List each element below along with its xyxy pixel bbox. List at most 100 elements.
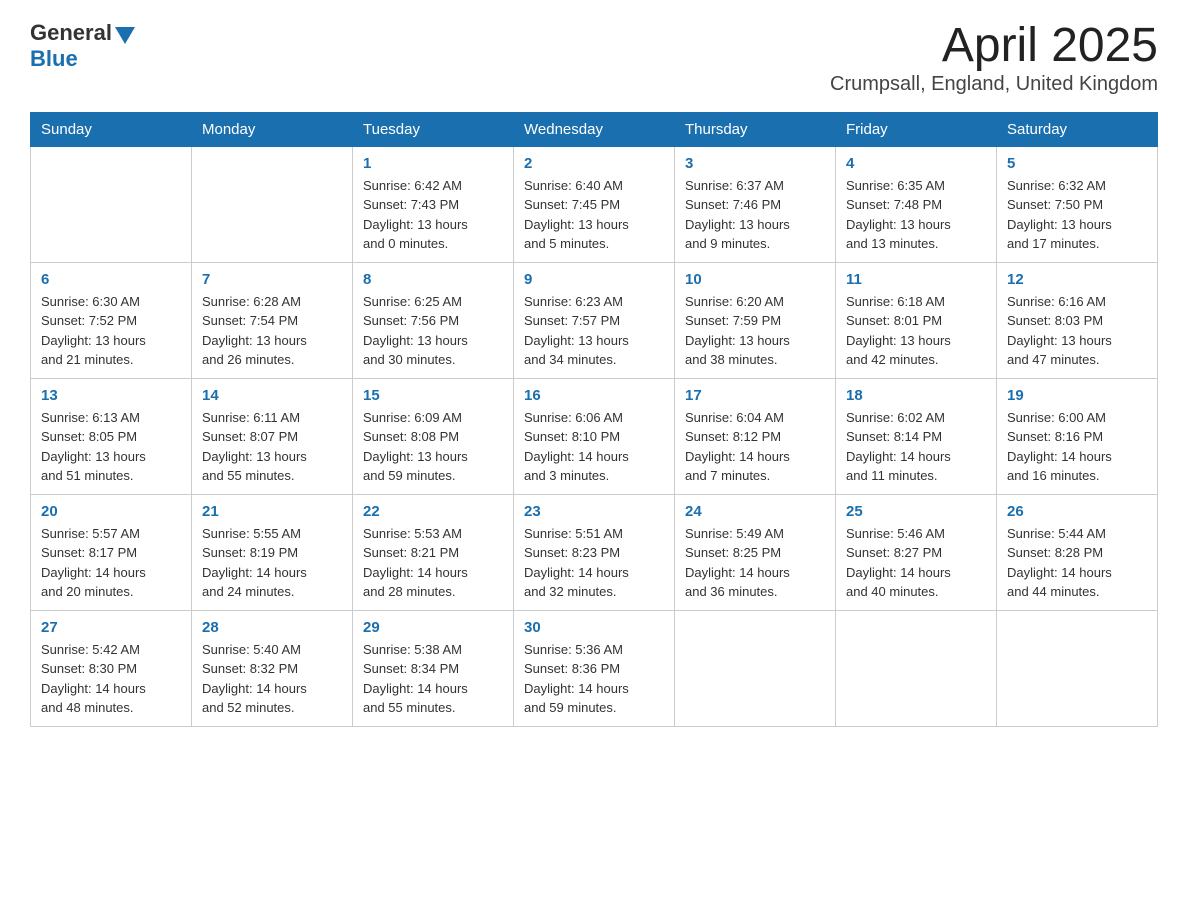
day-number: 1 bbox=[363, 155, 503, 172]
day-number: 19 bbox=[1007, 387, 1147, 404]
day-info: Sunrise: 6:30 AM Sunset: 7:52 PM Dayligh… bbox=[41, 292, 181, 370]
calendar-cell: 26 Sunrise: 5:44 AM Sunset: 8:28 PM Dayli… bbox=[997, 494, 1158, 610]
day-info: Sunrise: 6:40 AM Sunset: 7:45 PM Dayligh… bbox=[524, 176, 664, 254]
calendar-cell: 19 Sunrise: 6:00 AM Sunset: 8:16 PM Dayli… bbox=[997, 378, 1158, 494]
day-info: Sunrise: 6:13 AM Sunset: 8:05 PM Dayligh… bbox=[41, 408, 181, 486]
col-header-friday: Friday bbox=[836, 112, 997, 146]
calendar-table: SundayMondayTuesdayWednesdayThursdayFrid… bbox=[30, 112, 1158, 727]
col-header-sunday: Sunday bbox=[31, 112, 192, 146]
day-number: 10 bbox=[685, 271, 825, 288]
calendar-cell bbox=[675, 610, 836, 726]
day-info: Sunrise: 5:40 AM Sunset: 8:32 PM Dayligh… bbox=[202, 640, 342, 718]
day-number: 6 bbox=[41, 271, 181, 288]
day-number: 23 bbox=[524, 503, 664, 520]
calendar-cell bbox=[31, 146, 192, 262]
calendar-cell: 30 Sunrise: 5:36 AM Sunset: 8:36 PM Dayli… bbox=[514, 610, 675, 726]
calendar-cell: 20 Sunrise: 5:57 AM Sunset: 8:17 PM Dayli… bbox=[31, 494, 192, 610]
day-number: 24 bbox=[685, 503, 825, 520]
day-info: Sunrise: 6:18 AM Sunset: 8:01 PM Dayligh… bbox=[846, 292, 986, 370]
day-info: Sunrise: 5:38 AM Sunset: 8:34 PM Dayligh… bbox=[363, 640, 503, 718]
day-info: Sunrise: 6:04 AM Sunset: 8:12 PM Dayligh… bbox=[685, 408, 825, 486]
day-number: 11 bbox=[846, 271, 986, 288]
day-info: Sunrise: 6:16 AM Sunset: 8:03 PM Dayligh… bbox=[1007, 292, 1147, 370]
day-number: 7 bbox=[202, 271, 342, 288]
calendar-week-row: 1 Sunrise: 6:42 AM Sunset: 7:43 PM Daylig… bbox=[31, 146, 1158, 262]
col-header-monday: Monday bbox=[192, 112, 353, 146]
day-info: Sunrise: 6:23 AM Sunset: 7:57 PM Dayligh… bbox=[524, 292, 664, 370]
calendar-cell: 16 Sunrise: 6:06 AM Sunset: 8:10 PM Dayli… bbox=[514, 378, 675, 494]
day-info: Sunrise: 6:00 AM Sunset: 8:16 PM Dayligh… bbox=[1007, 408, 1147, 486]
day-info: Sunrise: 6:42 AM Sunset: 7:43 PM Dayligh… bbox=[363, 176, 503, 254]
day-number: 28 bbox=[202, 619, 342, 636]
day-number: 5 bbox=[1007, 155, 1147, 172]
calendar-week-row: 20 Sunrise: 5:57 AM Sunset: 8:17 PM Dayli… bbox=[31, 494, 1158, 610]
day-info: Sunrise: 5:36 AM Sunset: 8:36 PM Dayligh… bbox=[524, 640, 664, 718]
day-number: 18 bbox=[846, 387, 986, 404]
calendar-cell bbox=[836, 610, 997, 726]
calendar-week-row: 27 Sunrise: 5:42 AM Sunset: 8:30 PM Dayli… bbox=[31, 610, 1158, 726]
calendar-cell: 18 Sunrise: 6:02 AM Sunset: 8:14 PM Dayli… bbox=[836, 378, 997, 494]
calendar-header-row: SundayMondayTuesdayWednesdayThursdayFrid… bbox=[31, 112, 1158, 146]
day-info: Sunrise: 5:42 AM Sunset: 8:30 PM Dayligh… bbox=[41, 640, 181, 718]
day-info: Sunrise: 6:25 AM Sunset: 7:56 PM Dayligh… bbox=[363, 292, 503, 370]
col-header-saturday: Saturday bbox=[997, 112, 1158, 146]
day-number: 2 bbox=[524, 155, 664, 172]
day-number: 26 bbox=[1007, 503, 1147, 520]
day-number: 25 bbox=[846, 503, 986, 520]
day-number: 21 bbox=[202, 503, 342, 520]
calendar-cell: 15Sunrise: 6:09 AM Sunset: 8:08 PM Dayli… bbox=[353, 378, 514, 494]
calendar-cell: 25 Sunrise: 5:46 AM Sunset: 8:27 PM Dayli… bbox=[836, 494, 997, 610]
calendar-header: SundayMondayTuesdayWednesdayThursdayFrid… bbox=[31, 112, 1158, 146]
calendar-cell: 1 Sunrise: 6:42 AM Sunset: 7:43 PM Daylig… bbox=[353, 146, 514, 262]
day-number: 3 bbox=[685, 155, 825, 172]
day-info: Sunrise: 5:55 AM Sunset: 8:19 PM Dayligh… bbox=[202, 524, 342, 602]
day-number: 8 bbox=[363, 271, 503, 288]
col-header-wednesday: Wednesday bbox=[514, 112, 675, 146]
day-number: 27 bbox=[41, 619, 181, 636]
day-info: Sunrise: 5:57 AM Sunset: 8:17 PM Dayligh… bbox=[41, 524, 181, 602]
calendar-cell bbox=[192, 146, 353, 262]
calendar-cell: 7 Sunrise: 6:28 AM Sunset: 7:54 PM Daylig… bbox=[192, 262, 353, 378]
day-info: Sunrise: 6:37 AM Sunset: 7:46 PM Dayligh… bbox=[685, 176, 825, 254]
logo-general-text: General bbox=[30, 20, 112, 46]
day-number: 30 bbox=[524, 619, 664, 636]
day-info: Sunrise: 6:02 AM Sunset: 8:14 PM Dayligh… bbox=[846, 408, 986, 486]
calendar-month-year: April 2025 bbox=[830, 20, 1158, 73]
day-info: Sunrise: 5:51 AM Sunset: 8:23 PM Dayligh… bbox=[524, 524, 664, 602]
logo: General Blue bbox=[30, 20, 135, 72]
day-number: 17 bbox=[685, 387, 825, 404]
calendar-cell: 12 Sunrise: 6:16 AM Sunset: 8:03 PM Dayli… bbox=[997, 262, 1158, 378]
calendar-cell: 2 Sunrise: 6:40 AM Sunset: 7:45 PM Daylig… bbox=[514, 146, 675, 262]
day-info: Sunrise: 6:06 AM Sunset: 8:10 PM Dayligh… bbox=[524, 408, 664, 486]
calendar-cell: 29Sunrise: 5:38 AM Sunset: 8:34 PM Dayli… bbox=[353, 610, 514, 726]
day-info: Sunrise: 6:28 AM Sunset: 7:54 PM Dayligh… bbox=[202, 292, 342, 370]
day-info: Sunrise: 5:49 AM Sunset: 8:25 PM Dayligh… bbox=[685, 524, 825, 602]
day-number: 12 bbox=[1007, 271, 1147, 288]
page-header: General Blue April 2025 Crumpsall, Engla… bbox=[30, 20, 1158, 96]
calendar-cell: 3 Sunrise: 6:37 AM Sunset: 7:46 PM Daylig… bbox=[675, 146, 836, 262]
day-number: 16 bbox=[524, 387, 664, 404]
day-info: Sunrise: 6:20 AM Sunset: 7:59 PM Dayligh… bbox=[685, 292, 825, 370]
calendar-title-area: April 2025 Crumpsall, England, United Ki… bbox=[830, 20, 1158, 96]
day-info: Sunrise: 6:11 AM Sunset: 8:07 PM Dayligh… bbox=[202, 408, 342, 486]
day-number: 20 bbox=[41, 503, 181, 520]
day-number: 22 bbox=[363, 503, 503, 520]
calendar-week-row: 6 Sunrise: 6:30 AM Sunset: 7:52 PM Daylig… bbox=[31, 262, 1158, 378]
col-header-tuesday: Tuesday bbox=[353, 112, 514, 146]
day-number: 4 bbox=[846, 155, 986, 172]
day-info: Sunrise: 6:32 AM Sunset: 7:50 PM Dayligh… bbox=[1007, 176, 1147, 254]
day-info: Sunrise: 5:44 AM Sunset: 8:28 PM Dayligh… bbox=[1007, 524, 1147, 602]
calendar-cell: 17 Sunrise: 6:04 AM Sunset: 8:12 PM Dayli… bbox=[675, 378, 836, 494]
day-number: 15 bbox=[363, 387, 503, 404]
logo-blue-text: Blue bbox=[30, 46, 78, 72]
logo-triangle-icon bbox=[115, 27, 135, 44]
calendar-cell: 22Sunrise: 5:53 AM Sunset: 8:21 PM Dayli… bbox=[353, 494, 514, 610]
calendar-cell: 9Sunrise: 6:23 AM Sunset: 7:57 PM Daylig… bbox=[514, 262, 675, 378]
calendar-cell: 10 Sunrise: 6:20 AM Sunset: 7:59 PM Dayli… bbox=[675, 262, 836, 378]
day-number: 13 bbox=[41, 387, 181, 404]
calendar-cell: 8 Sunrise: 6:25 AM Sunset: 7:56 PM Daylig… bbox=[353, 262, 514, 378]
calendar-cell: 6 Sunrise: 6:30 AM Sunset: 7:52 PM Daylig… bbox=[31, 262, 192, 378]
calendar-week-row: 13 Sunrise: 6:13 AM Sunset: 8:05 PM Dayli… bbox=[31, 378, 1158, 494]
calendar-cell: 23 Sunrise: 5:51 AM Sunset: 8:23 PM Dayli… bbox=[514, 494, 675, 610]
day-info: Sunrise: 5:46 AM Sunset: 8:27 PM Dayligh… bbox=[846, 524, 986, 602]
